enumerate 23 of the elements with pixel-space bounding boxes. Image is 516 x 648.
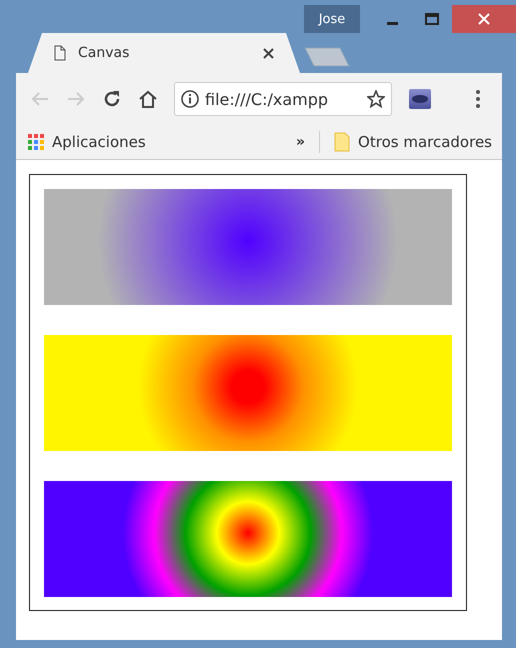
profile-button[interactable]: Jose: [304, 5, 360, 33]
folder-icon: [334, 132, 350, 152]
php-extension-icon: [408, 88, 432, 110]
address-bar[interactable]: file:///C:/xampp: [174, 82, 392, 116]
close-icon: [478, 13, 490, 25]
star-icon[interactable]: [367, 90, 385, 108]
close-tab-icon[interactable]: [263, 48, 274, 58]
other-bookmarks[interactable]: Otros marcadores: [334, 132, 492, 152]
info-icon: [181, 90, 199, 108]
reload-icon: [103, 90, 121, 108]
apps-bookmark[interactable]: Aplicaciones: [28, 133, 146, 151]
back-arrow-icon: [31, 91, 49, 107]
menu-icon: [475, 89, 481, 109]
maximize-icon: [425, 13, 439, 25]
home-icon: [138, 90, 158, 108]
forward-arrow-icon: [67, 91, 85, 107]
overflow-chevron[interactable]: »: [296, 134, 306, 150]
address-text: file:///C:/xampp: [205, 90, 330, 108]
minimize-icon: [386, 22, 398, 24]
document-icon: [54, 45, 66, 61]
browser-tab[interactable]: Canvas: [28, 33, 300, 73]
close-button[interactable]: [452, 5, 516, 33]
apps-grid-icon: [28, 134, 44, 150]
